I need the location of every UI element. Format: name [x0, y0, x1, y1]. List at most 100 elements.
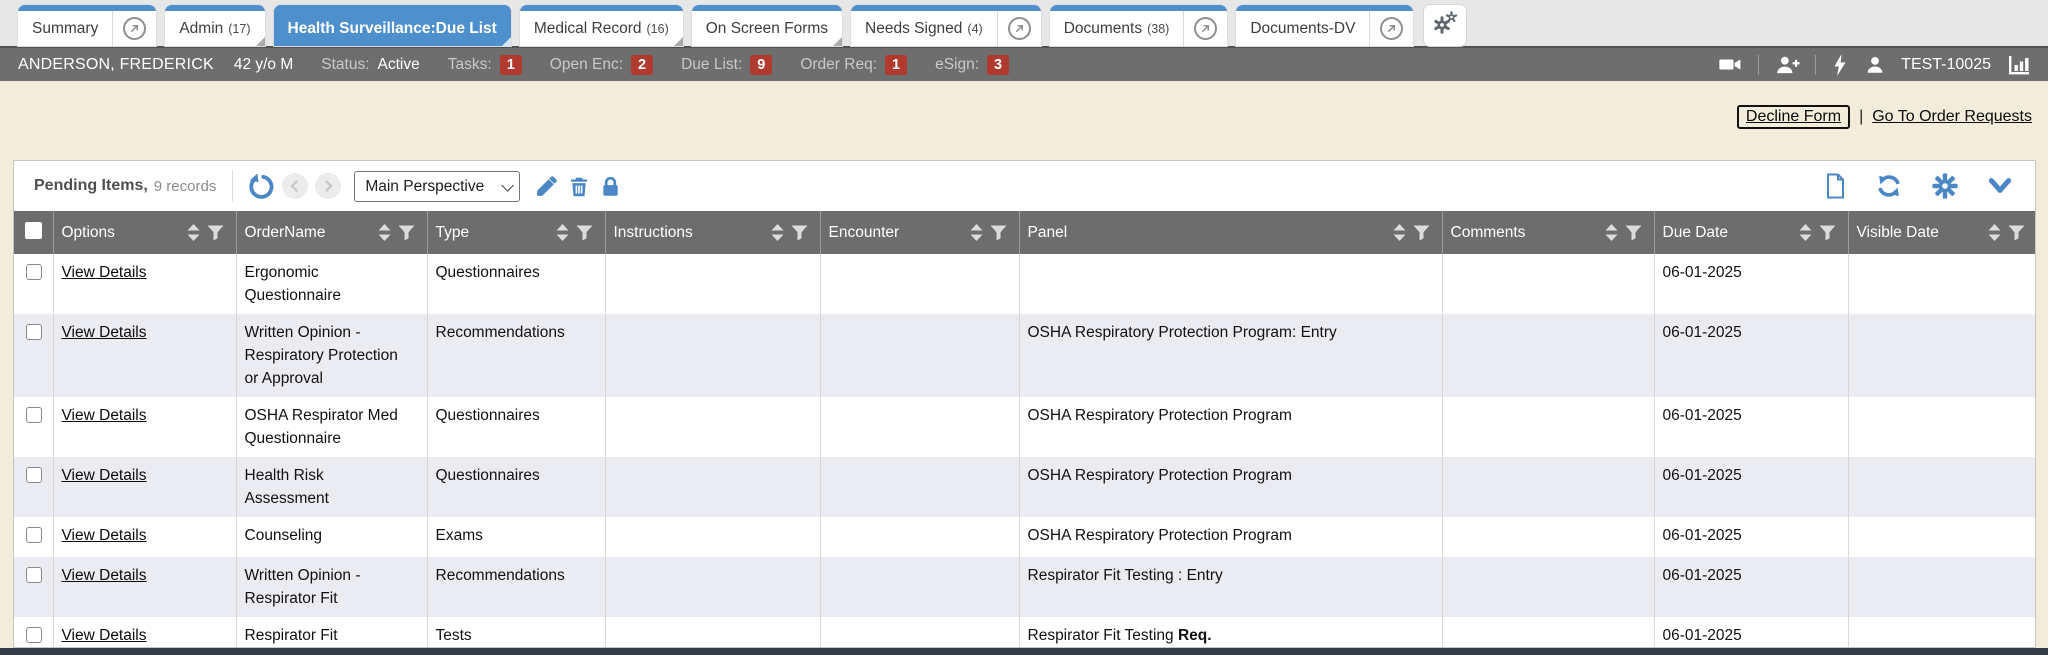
tab-on-screen-forms[interactable]: On Screen Forms [692, 5, 842, 46]
open-in-new-window-button[interactable] [112, 5, 156, 46]
row-checkbox[interactable] [26, 467, 42, 483]
patient-age-sex: 42 y/o M [234, 56, 293, 74]
panel-cell [1019, 254, 1442, 314]
table-row: View Details Written Opinion - Respirato… [14, 557, 2036, 617]
external-link-icon [1380, 17, 1403, 40]
column-options[interactable]: Options [53, 211, 236, 254]
due-list-badge[interactable]: 9 [750, 55, 772, 75]
sort-icon [1605, 224, 1618, 241]
tab-summary[interactable]: Summary [18, 5, 156, 46]
external-link-icon [1008, 17, 1031, 40]
column-encounter[interactable]: Encounter [820, 211, 1019, 254]
view-details-link[interactable]: View Details [62, 567, 147, 584]
row-checkbox[interactable] [26, 567, 42, 583]
decline-form-link[interactable]: Decline Form [1746, 108, 1841, 125]
tab-label: Medical Record [534, 20, 642, 38]
open-in-new-window-button[interactable] [1183, 5, 1227, 46]
tab-medical-record[interactable]: Medical Record (16) [520, 5, 683, 46]
column-due-date[interactable]: Due Date [1654, 211, 1848, 254]
tab-health-surveillance-due-list[interactable]: Health Surveillance:Due List [274, 5, 511, 46]
grid-toolbar: Pending Items, 9 records Main Perspectiv… [14, 161, 2035, 211]
tasks-label: Tasks: [448, 56, 492, 74]
encounter-cell [820, 314, 1019, 397]
column-panel[interactable]: Panel [1019, 211, 1442, 254]
bar-chart-icon[interactable] [2006, 52, 2032, 78]
open-in-new-window-button[interactable] [1369, 5, 1413, 46]
open-in-new-window-button[interactable] [997, 5, 1041, 46]
tab-label: Documents [1064, 20, 1142, 38]
tab-admin[interactable]: Admin (17) [165, 5, 264, 46]
esign-badge[interactable]: 3 [987, 55, 1009, 75]
row-checkbox[interactable] [26, 264, 42, 280]
next-page-button[interactable] [315, 173, 341, 199]
column-comments[interactable]: Comments [1442, 211, 1654, 254]
panel-cell: OSHA Respiratory Protection Program [1019, 457, 1442, 517]
tab-bar: Summary Admin (17) Health Surveillance:D… [0, 0, 2048, 46]
select-all-checkbox[interactable] [25, 222, 42, 239]
view-details-link[interactable]: View Details [62, 467, 147, 484]
tab-needs-signed[interactable]: Needs Signed (4) [851, 5, 1041, 46]
tab-documents[interactable]: Documents (38) [1050, 5, 1228, 46]
sort-icon [1799, 224, 1812, 241]
reset-undo-button[interactable] [247, 173, 274, 200]
column-instructions[interactable]: Instructions [605, 211, 820, 254]
tab-documents-dv[interactable]: Documents-DV [1236, 5, 1413, 46]
table-row: View Details Ergonomic Questionnaire Que… [14, 254, 2036, 314]
person-icon[interactable] [1864, 54, 1886, 76]
column-visible-date[interactable]: Visible Date [1848, 211, 2036, 254]
lock-icon[interactable] [599, 174, 622, 199]
tab-label: Admin [179, 20, 223, 38]
decline-form-focus-box: Decline Form [1737, 105, 1850, 129]
tab-label: Needs Signed [865, 20, 962, 38]
tab-settings-button[interactable] [1424, 5, 1466, 46]
view-details-link[interactable]: View Details [62, 264, 147, 281]
sort-icon [187, 224, 200, 241]
type-cell: Tests [427, 617, 605, 648]
filter-icon [791, 225, 808, 241]
record-count: 9 records [154, 178, 217, 195]
order-req-badge[interactable]: 1 [885, 55, 907, 75]
perspective-select[interactable]: Main Perspective [354, 171, 520, 202]
column-type[interactable]: Type [427, 211, 605, 254]
divider [1758, 55, 1759, 75]
video-camera-icon[interactable] [1718, 52, 1743, 77]
tasks-badge[interactable]: 1 [500, 55, 522, 75]
column-label: Panel [1028, 224, 1068, 242]
edit-perspective-button[interactable] [534, 174, 559, 199]
lightning-icon[interactable] [1831, 53, 1849, 77]
column-ordername[interactable]: OrderName [236, 211, 427, 254]
open-enc-badge[interactable]: 2 [631, 55, 653, 75]
table-row: View Details Written Opinion - Respirato… [14, 314, 2036, 397]
patient-id: TEST-10025 [1901, 56, 1991, 74]
view-details-link[interactable]: View Details [62, 527, 147, 544]
row-checkbox[interactable] [26, 407, 42, 423]
row-checkbox[interactable] [26, 324, 42, 340]
collapse-chevron-button[interactable] [1987, 175, 2013, 197]
new-document-button[interactable] [1823, 172, 1847, 200]
encounter-cell [820, 397, 1019, 457]
link-separator: | [1859, 108, 1863, 126]
refresh-button[interactable] [1875, 172, 1903, 200]
external-link-icon [123, 17, 146, 40]
type-cell: Questionnaires [427, 457, 605, 517]
comments-cell [1442, 397, 1654, 457]
view-details-link[interactable]: View Details [62, 407, 147, 424]
previous-page-button[interactable] [282, 173, 308, 199]
gears-icon [1432, 10, 1458, 41]
visible-date-cell [1848, 254, 2036, 314]
select-all-header[interactable] [14, 211, 53, 254]
delete-perspective-button[interactable] [567, 174, 591, 199]
view-details-link[interactable]: View Details [62, 324, 147, 341]
add-person-icon[interactable] [1774, 52, 1800, 78]
grid-settings-button[interactable] [1931, 172, 1959, 200]
comments-cell [1442, 617, 1654, 648]
filter-icon [990, 225, 1007, 241]
go-to-order-requests-link[interactable]: Go To Order Requests [1872, 108, 2032, 126]
row-checkbox[interactable] [26, 527, 42, 543]
table-row: View Details Health Risk Assessment Ques… [14, 457, 2036, 517]
header-row: Options OrderName Type Instructions Enco… [14, 211, 2036, 254]
row-checkbox[interactable] [26, 627, 42, 643]
encounter-cell [820, 517, 1019, 557]
view-details-link[interactable]: View Details [62, 627, 147, 644]
due-date-cell: 06-01-2025 [1654, 314, 1848, 397]
